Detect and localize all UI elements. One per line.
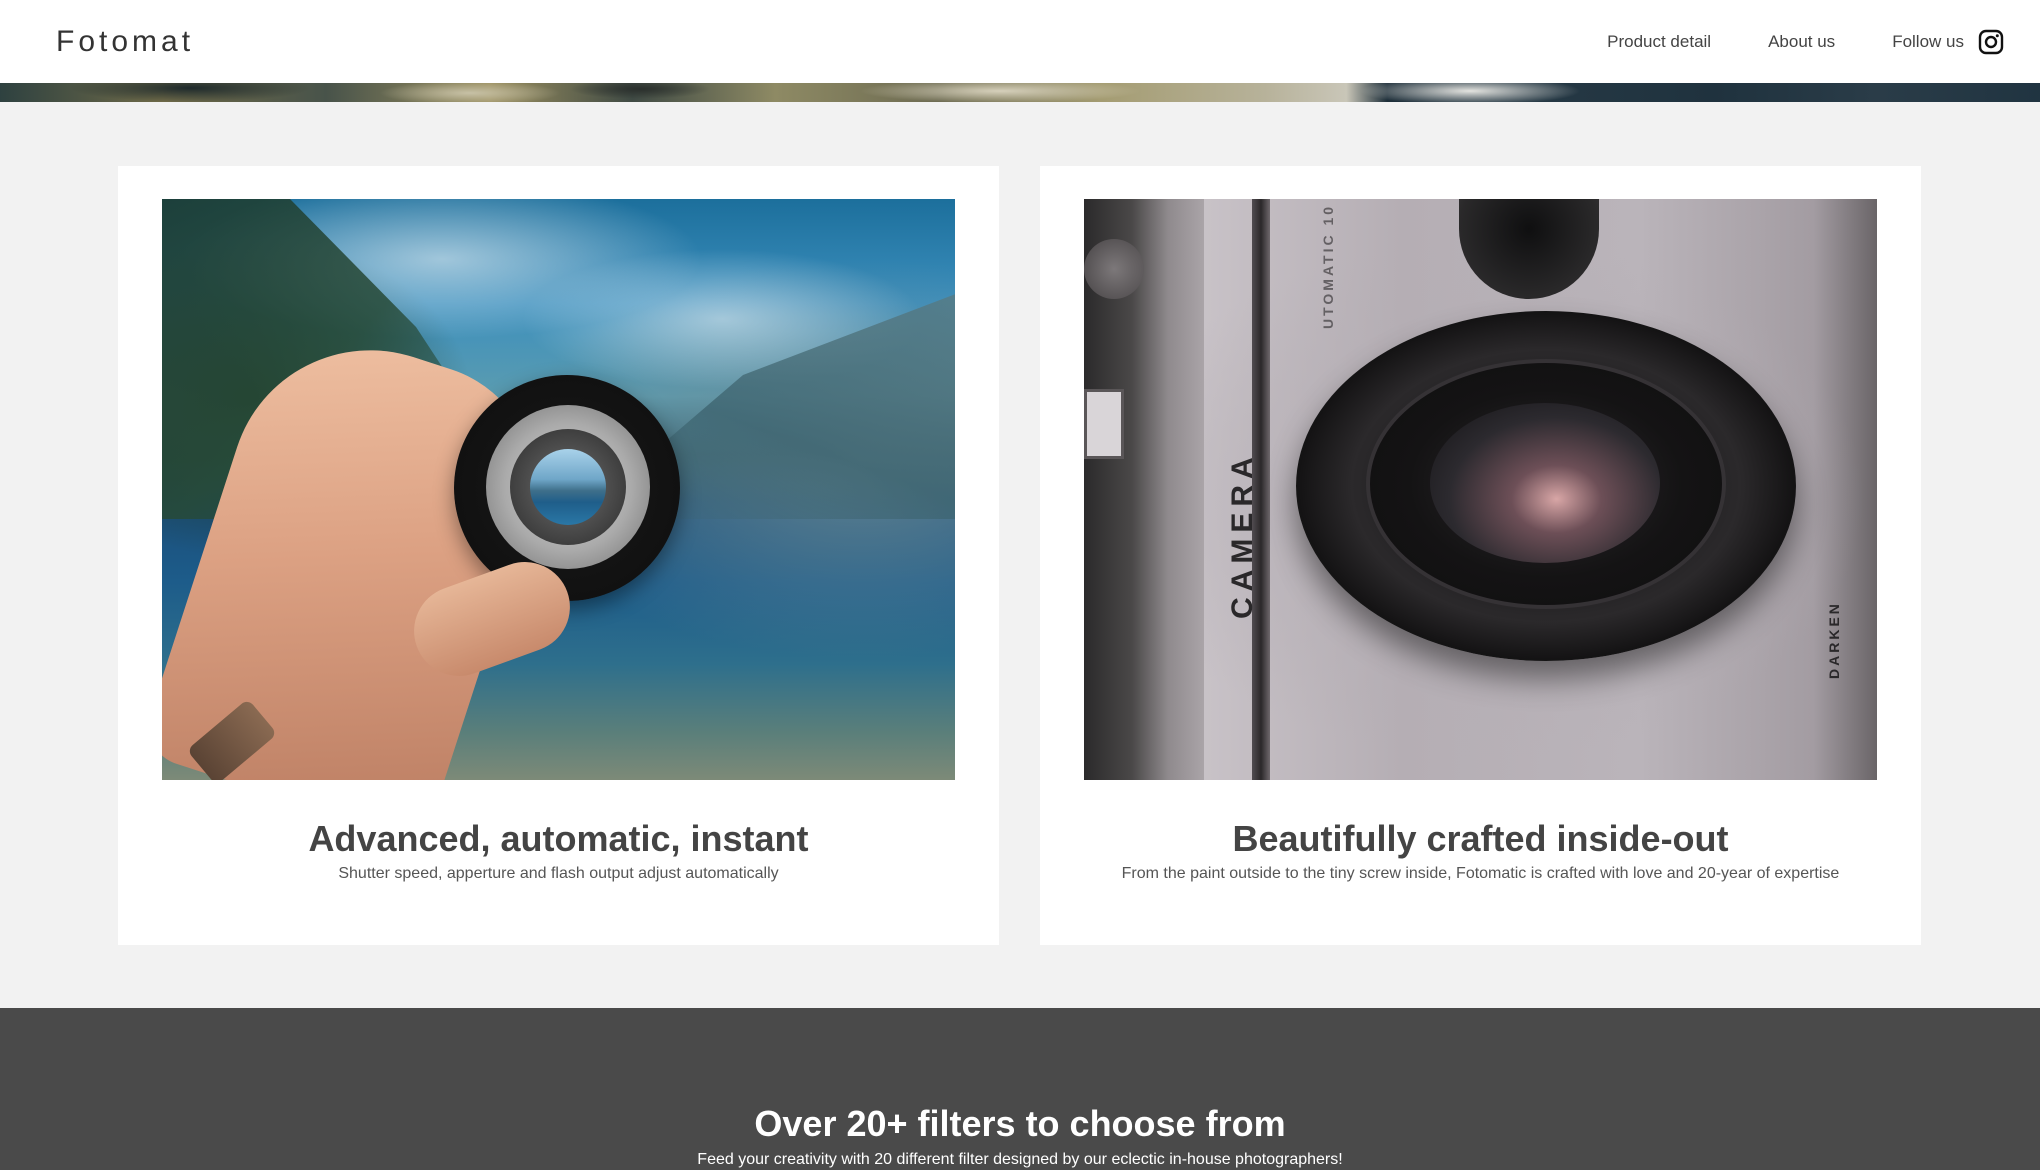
feature-card-crafted: CAMERA UTOMATIC 10 DARKEN Beautifully cr… bbox=[1040, 166, 1921, 945]
nav-about-us[interactable]: About us bbox=[1768, 32, 1835, 52]
photo-camera-lens bbox=[1296, 311, 1796, 661]
photo-lens bbox=[454, 375, 680, 601]
photo-camera-slot bbox=[1084, 389, 1124, 459]
lens-lake-photo bbox=[162, 199, 955, 780]
feature-card-automatic: Advanced, automatic, instant Shutter spe… bbox=[118, 166, 999, 945]
photo-lens-view bbox=[530, 449, 606, 525]
hero-image bbox=[0, 83, 2040, 102]
follow-us-label: Follow us bbox=[1892, 31, 1964, 51]
photo-lens-ring bbox=[486, 405, 650, 569]
filters-title: Over 20+ filters to choose from bbox=[754, 1103, 1286, 1144]
main-nav: Product detail About us Follow us bbox=[1550, 29, 2004, 55]
camera-photo: CAMERA UTOMATIC 10 DARKEN bbox=[1084, 199, 1877, 780]
photo-camera-edge bbox=[1084, 199, 1204, 780]
nav-follow-us[interactable]: Follow us bbox=[1892, 29, 2004, 55]
site-header: Fotomat Product detail About us Follow u… bbox=[0, 0, 2040, 83]
photo-camera-lens-glass bbox=[1430, 403, 1660, 563]
filters-section: Over 20+ filters to choose from Feed you… bbox=[0, 1008, 2040, 1170]
site-logo[interactable]: Fotomat bbox=[56, 25, 194, 59]
photo-camera-darken-text: DARKEN bbox=[1826, 601, 1842, 679]
feature-title: Beautifully crafted inside-out bbox=[1232, 818, 1729, 859]
photo-camera-viewfinder bbox=[1459, 199, 1599, 299]
photo-camera-brand-text: CAMERA bbox=[1226, 451, 1259, 619]
photo-camera-lens-barrel bbox=[1366, 359, 1726, 609]
photo-camera-knob bbox=[1084, 239, 1144, 299]
photo-lens-inner bbox=[510, 429, 626, 545]
feature-subtitle: Shutter speed, apperture and flash outpu… bbox=[338, 865, 779, 882]
nav-product-detail[interactable]: Product detail bbox=[1607, 32, 1711, 52]
filters-subtitle: Feed your creativity with 20 different f… bbox=[697, 1151, 1343, 1168]
photo-camera-model-text: UTOMATIC 10 bbox=[1320, 203, 1336, 329]
feature-subtitle: From the paint outside to the tiny screw… bbox=[1121, 865, 1840, 882]
feature-title: Advanced, automatic, instant bbox=[308, 818, 809, 859]
instagram-icon[interactable] bbox=[1978, 29, 2004, 55]
